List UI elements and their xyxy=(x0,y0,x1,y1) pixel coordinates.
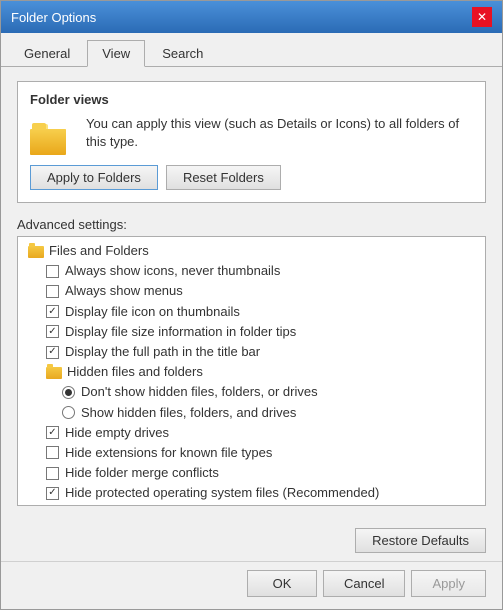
folder-views-label: Folder views xyxy=(30,92,473,107)
folder-views-section: Folder views You can apply this view (su… xyxy=(17,81,486,203)
folder-options-window: Folder Options ✕ General View Search Fol… xyxy=(0,0,503,610)
folders-icon xyxy=(30,117,74,155)
list-item-always-menus[interactable]: Always show menus xyxy=(18,281,485,301)
checkbox-always-menus[interactable] xyxy=(46,285,59,298)
title-bar: Folder Options ✕ xyxy=(1,1,502,33)
checkbox-hide-extensions[interactable] xyxy=(46,446,59,459)
ok-button[interactable]: OK xyxy=(247,570,317,597)
tree-scroll[interactable]: Files and Folders Always show icons, nev… xyxy=(18,237,485,505)
tab-general[interactable]: General xyxy=(9,40,85,67)
tree-container: Files and Folders Always show icons, nev… xyxy=(17,236,486,506)
list-item-file-size-info[interactable]: Display file size information in folder … xyxy=(18,322,485,342)
category-files-and-folders: Files and Folders xyxy=(18,241,485,261)
cancel-button[interactable]: Cancel xyxy=(323,570,405,597)
checkbox-always-icons[interactable] xyxy=(46,265,59,278)
radio-dont-show-hidden[interactable] xyxy=(62,386,75,399)
folder-icon-hidden xyxy=(46,367,62,379)
list-item-full-path[interactable]: Display the full path in the title bar xyxy=(18,342,485,362)
list-item-hide-protected-os[interactable]: Hide protected operating system files (R… xyxy=(18,483,485,503)
advanced-label: Advanced settings: xyxy=(17,217,486,232)
list-item-dont-show-hidden[interactable]: Don't show hidden files, folders, or dri… xyxy=(18,382,485,402)
restore-defaults-button[interactable]: Restore Defaults xyxy=(355,528,486,553)
tab-view[interactable]: View xyxy=(87,40,145,67)
list-item-show-hidden[interactable]: Show hidden files, folders, and drives xyxy=(18,403,485,423)
list-item-file-icon-thumbnails[interactable]: Display file icon on thumbnails xyxy=(18,302,485,322)
advanced-section: Advanced settings: Files and Folders Alw… xyxy=(17,217,486,506)
tabs-bar: General View Search xyxy=(1,33,502,67)
close-button[interactable]: ✕ xyxy=(472,7,492,27)
category-hidden-files: Hidden files and folders xyxy=(18,362,485,382)
apply-to-folders-button[interactable]: Apply to Folders xyxy=(30,165,158,190)
window-title: Folder Options xyxy=(11,10,96,25)
checkbox-hide-protected-os[interactable] xyxy=(46,487,59,500)
checkbox-hide-merge-conflicts[interactable] xyxy=(46,467,59,480)
restore-section: Restore Defaults xyxy=(1,524,502,561)
dialog-buttons: OK Cancel Apply xyxy=(1,561,502,609)
list-item-always-icons[interactable]: Always show icons, never thumbnails xyxy=(18,261,485,281)
folder-icon-front xyxy=(30,129,66,155)
checkbox-hide-empty-drives[interactable] xyxy=(46,426,59,439)
folder-icon-files xyxy=(28,246,44,258)
reset-folders-button[interactable]: Reset Folders xyxy=(166,165,281,190)
main-content: Folder views You can apply this view (su… xyxy=(1,67,502,524)
folder-views-description: You can apply this view (such as Details… xyxy=(86,115,473,151)
folder-views-buttons: Apply to Folders Reset Folders xyxy=(30,165,473,190)
list-item-hide-extensions[interactable]: Hide extensions for known file types xyxy=(18,443,485,463)
list-item-hide-empty-drives[interactable]: Hide empty drives xyxy=(18,423,485,443)
apply-button[interactable]: Apply xyxy=(411,570,486,597)
radio-show-hidden[interactable] xyxy=(62,406,75,419)
checkbox-file-icon-thumbnails[interactable] xyxy=(46,305,59,318)
checkbox-file-size-info[interactable] xyxy=(46,325,59,338)
tab-search[interactable]: Search xyxy=(147,40,218,67)
list-item-hide-merge-conflicts[interactable]: Hide folder merge conflicts xyxy=(18,463,485,483)
checkbox-full-path[interactable] xyxy=(46,346,59,359)
folder-views-inner: You can apply this view (such as Details… xyxy=(30,115,473,155)
